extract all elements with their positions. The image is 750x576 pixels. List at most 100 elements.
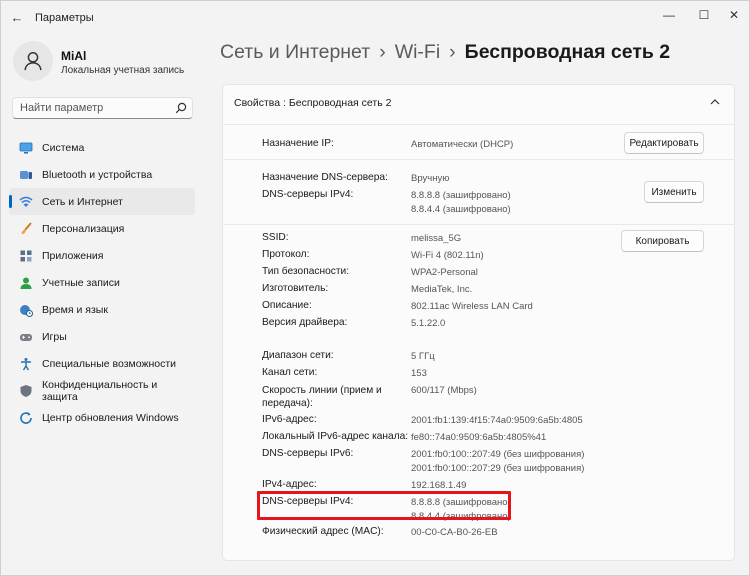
sidebar-item-accounts[interactable]: Учетные записи bbox=[9, 269, 195, 296]
ipv4-value: 192.168.1.49 bbox=[411, 480, 467, 491]
search-box[interactable]: Найти параметр bbox=[12, 97, 193, 119]
sidebar-item-windows-update[interactable]: Центр обновления Windows bbox=[9, 404, 195, 431]
sidebar-item-system[interactable]: Система bbox=[9, 134, 195, 161]
dns-ipv4-label: DNS-серверы IPv4: bbox=[262, 189, 354, 200]
sidebar-item-label: Конфиденциальность и защита bbox=[42, 378, 158, 403]
sidebar-item-label: Специальные возможности bbox=[42, 357, 177, 370]
ip-assignment-value: Автоматически (DHCP) bbox=[411, 139, 514, 150]
sidebar-item-network[interactable]: Сеть и Интернет bbox=[9, 188, 195, 215]
sidebar-item-gaming[interactable]: Игры bbox=[9, 323, 195, 350]
search-input[interactable]: Найти параметр bbox=[20, 102, 103, 114]
bluetooth-devices-icon bbox=[19, 168, 33, 182]
edit-button[interactable]: Редактировать bbox=[624, 132, 704, 154]
ssid-label: SSID: bbox=[262, 232, 289, 243]
dns-assignment-label: Назначение DNS-сервера: bbox=[262, 172, 388, 183]
sidebar-nav: Система Bluetooth и устройства Сеть и Ин… bbox=[9, 134, 195, 431]
back-button[interactable]: ← bbox=[7, 9, 27, 27]
band-value: 5 ГГц bbox=[411, 351, 435, 362]
sidebar-item-label: Приложения bbox=[42, 249, 104, 262]
sidebar-item-label: Игры bbox=[42, 330, 67, 343]
copy-button[interactable]: Копировать bbox=[621, 230, 704, 252]
sidebar-item-time-language[interactable]: Время и язык bbox=[9, 296, 195, 323]
mac-label: Физический адрес (MAC): bbox=[262, 526, 384, 537]
dns-ipv4-value-1: 8.8.8.8 (зашифровано) bbox=[411, 190, 511, 201]
properties-panel: Свойства : Беспроводная сеть 2 Назначени… bbox=[222, 84, 735, 561]
ipv6-label: IPv6-адрес: bbox=[262, 414, 317, 425]
close-button[interactable]: ✕ bbox=[714, 4, 750, 26]
channel-label: Канал сети: bbox=[262, 367, 318, 378]
sidebar-item-personalization[interactable]: Персонализация bbox=[9, 215, 195, 242]
dns-ipv6-label: DNS-серверы IPv6: bbox=[262, 448, 354, 459]
dns-ipv6-value-1: 2001:fb0:100::207:49 (без шифрования) bbox=[411, 449, 585, 460]
protocol-value: Wi-Fi 4 (802.11n) bbox=[411, 250, 484, 261]
protocol-label: Протокол: bbox=[262, 249, 310, 260]
ssid-value: melissa_5G bbox=[411, 233, 462, 244]
breadcrumb: Сеть и Интернет › Wi-Fi › Беспроводная сеть … bbox=[220, 41, 670, 64]
ipv6-local-value: fe80::74a0:9509:6a5b:4805%41 bbox=[411, 432, 547, 443]
mac-value: 00-C0-CA-B0-26-EB bbox=[411, 527, 498, 538]
dns-assignment-value: Вручную bbox=[411, 173, 450, 184]
driver-value: 5.1.22.0 bbox=[411, 318, 446, 329]
title-bar: ← Параметры — ☐ ✕ bbox=[1, 1, 749, 35]
link-speed-label: Скорость линии (прием и передача): bbox=[262, 385, 382, 409]
minimize-button[interactable]: — bbox=[649, 4, 689, 26]
app-title: Параметры bbox=[35, 12, 94, 24]
apps-icon bbox=[19, 249, 33, 263]
driver-label: Версия драйвера: bbox=[262, 317, 348, 328]
user-name: MiAl bbox=[61, 49, 87, 63]
description-label: Описание: bbox=[262, 300, 312, 311]
page-title: Беспроводная сеть 2 bbox=[464, 41, 671, 63]
search-icon bbox=[175, 102, 187, 114]
sidebar-item-label: Центр обновления Windows bbox=[42, 411, 179, 424]
person-icon bbox=[24, 52, 42, 71]
breadcrumb-network[interactable]: Сеть и Интернет bbox=[220, 41, 370, 63]
gamepad-icon bbox=[19, 330, 33, 344]
dns-ipv4-value-bottom-1: 8.8.8.8 (зашифровано) bbox=[411, 497, 511, 508]
divider bbox=[224, 224, 735, 225]
account-icon bbox=[19, 276, 33, 290]
sidebar-item-bluetooth[interactable]: Bluetooth и устройства bbox=[9, 161, 195, 188]
brush-icon bbox=[19, 221, 33, 236]
accessibility-icon bbox=[19, 357, 33, 371]
dns-ipv4-value-2: 8.8.4.4 (зашифровано) bbox=[411, 204, 511, 215]
monitor-icon bbox=[19, 141, 33, 155]
sidebar-item-label: Учетные записи bbox=[42, 276, 120, 289]
ipv6-value: 2001:fb1:139:4f15:74a0:9509:6a5b:4805 bbox=[411, 415, 583, 426]
sidebar-item-privacy[interactable]: Конфиденциальность и защита bbox=[9, 377, 195, 404]
sidebar-item-label: Персонализация bbox=[42, 222, 125, 235]
dns-ipv4-label-bottom: DNS-серверы IPv4: bbox=[262, 496, 354, 507]
sidebar-item-accessibility[interactable]: Специальные возможности bbox=[9, 350, 195, 377]
ipv4-label: IPv4-адрес: bbox=[262, 479, 317, 490]
wifi-network-icon bbox=[19, 195, 33, 209]
channel-value: 153 bbox=[411, 368, 427, 379]
manufacturer-label: Изготовитель: bbox=[262, 283, 329, 294]
divider bbox=[224, 124, 735, 125]
sidebar-item-label: Сеть и Интернет bbox=[42, 195, 123, 208]
dns-ipv4-value-bottom-2: 8.8.4.4 (зашифровано) bbox=[411, 511, 511, 522]
sidebar-item-apps[interactable]: Приложения bbox=[9, 242, 195, 269]
ipv6-local-label: Локальный IPv6-адрес канала: bbox=[262, 431, 409, 442]
sidebar-item-label: Система bbox=[42, 141, 85, 154]
description-value: 802.11ac Wireless LAN Card bbox=[411, 301, 533, 312]
security-value: WPA2-Personal bbox=[411, 267, 478, 278]
chevron-right-icon: › bbox=[379, 41, 386, 63]
dns-ipv6-value-2: 2001:fb0:100::207:29 (без шифрования) bbox=[411, 463, 585, 474]
band-label: Диапазон сети: bbox=[262, 350, 334, 361]
security-label: Тип безопасности: bbox=[262, 266, 350, 277]
globe-clock-icon bbox=[19, 303, 33, 317]
chevron-right-icon: › bbox=[449, 41, 456, 63]
ip-assignment-label: Назначение IP: bbox=[262, 138, 334, 149]
avatar[interactable] bbox=[13, 41, 53, 81]
shield-icon bbox=[19, 384, 33, 398]
sidebar-item-label: Bluetooth и устройства bbox=[42, 168, 153, 181]
chevron-up-icon[interactable] bbox=[710, 98, 720, 106]
user-account-type: Локальная учетная запись bbox=[61, 65, 185, 76]
update-icon bbox=[19, 411, 33, 425]
divider bbox=[224, 159, 735, 160]
sidebar-item-label: Время и язык bbox=[42, 303, 108, 316]
link-speed-value: 600/117 (Mbps) bbox=[411, 385, 477, 396]
breadcrumb-wifi[interactable]: Wi-Fi bbox=[395, 41, 440, 63]
manufacturer-value: MediaTek, Inc. bbox=[411, 284, 473, 295]
change-button[interactable]: Изменить bbox=[644, 181, 704, 203]
panel-header[interactable]: Свойства : Беспроводная сеть 2 bbox=[234, 97, 391, 109]
